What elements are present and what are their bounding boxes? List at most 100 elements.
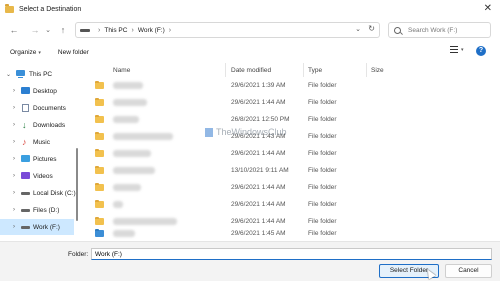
recent-locations-chevron-icon[interactable]: ⌄	[43, 22, 53, 38]
item-type: File folder	[308, 99, 337, 106]
list-item[interactable]: 29/6/2021 1:44 AM File folder	[91, 180, 446, 196]
new-folder-button[interactable]: New folder	[58, 49, 89, 56]
sidebar-item-label: Documents	[33, 104, 66, 112]
chevron-right-icon[interactable]: ›	[13, 224, 15, 230]
caret-down-icon: ▾	[38, 49, 41, 56]
blurred-folder-name	[113, 99, 147, 106]
organize-label: Organize	[10, 48, 37, 56]
folder-icon	[95, 199, 104, 208]
sidebar-item-files-d[interactable]: › Files (D:)	[0, 202, 83, 218]
column-header-size[interactable]: Size	[371, 63, 384, 77]
folder-icon	[95, 216, 104, 225]
drive-icon	[21, 209, 30, 212]
column-divider[interactable]	[225, 63, 226, 77]
column-header-type[interactable]: Type	[308, 63, 322, 77]
documents-icon	[22, 104, 29, 112]
breadcrumb-this-pc[interactable]: This PC	[104, 27, 127, 34]
chevron-right-icon[interactable]: ›	[13, 190, 15, 196]
item-type: File folder	[308, 184, 337, 191]
item-type: File folder	[308, 167, 337, 174]
list-item[interactable]: 29/6/2021 1:39 AM File folder	[91, 78, 446, 94]
sidebar-item-work-f[interactable]: › Work (F:)	[0, 219, 74, 235]
sidebar-item-music[interactable]: › ♪ Music	[0, 134, 83, 150]
blurred-folder-name	[113, 184, 141, 191]
chevron-right-icon[interactable]: ›	[13, 207, 15, 213]
folder-label: Folder:	[68, 251, 89, 258]
list-item[interactable]: 29/6/2021 1:44 AM File folder	[91, 146, 446, 162]
folder-icon	[95, 114, 104, 123]
view-options-button[interactable]: ▾	[450, 46, 464, 53]
folder-input[interactable]	[91, 248, 492, 260]
address-dropdown-icon[interactable]: ⌄	[355, 25, 361, 33]
list-item[interactable]: 29/6/2021 1:44 AM File folder	[91, 95, 446, 111]
sidebar-item-label: This PC	[29, 70, 53, 78]
folder-icon	[5, 4, 14, 13]
refresh-icon[interactable]: ↻	[368, 24, 375, 33]
up-arrow-icon[interactable]: ↑	[55, 22, 71, 38]
folder-icon	[95, 131, 104, 140]
navigation-scrollbar[interactable]	[76, 148, 78, 221]
address-bar[interactable]: › This PC › Work (F:) › ⌄ ↻	[75, 22, 380, 38]
dialog-footer: Folder: Select Folder Cancel	[0, 241, 500, 281]
organize-button[interactable]: Organize ▾	[10, 49, 41, 56]
drive-icon	[21, 192, 30, 195]
chevron-right-icon[interactable]: ›	[13, 173, 15, 179]
chevron-right-icon[interactable]: ›	[13, 105, 15, 111]
list-item[interactable]: 26/8/2021 12:50 PM File folder	[91, 112, 446, 128]
date-modified: 29/6/2021 1:44 AM	[231, 99, 286, 106]
chevron-right-icon[interactable]: ›	[13, 139, 15, 145]
sidebar-item-desktop[interactable]: › Desktop	[0, 83, 83, 99]
column-divider[interactable]	[366, 63, 367, 77]
sidebar-item-pictures[interactable]: › Pictures	[0, 151, 83, 167]
blurred-folder-name	[113, 218, 177, 225]
date-modified: 13/10/2021 9:11 AM	[231, 167, 289, 174]
breadcrumb-separator-icon[interactable]: ›	[131, 27, 133, 34]
date-modified: 29/6/2021 1:39 AM	[231, 82, 286, 89]
column-header-name[interactable]: Name	[113, 63, 130, 77]
item-type: File folder	[308, 201, 337, 208]
item-type: File folder	[308, 82, 337, 89]
list-view-icon	[450, 46, 458, 53]
chevron-right-icon[interactable]: ›	[13, 122, 15, 128]
cancel-button[interactable]: Cancel	[445, 264, 492, 278]
item-type: File folder	[308, 230, 337, 237]
sidebar-item-documents[interactable]: › Documents	[0, 100, 83, 116]
blurred-folder-name	[113, 167, 155, 174]
search-box[interactable]: Search Work (F:)	[388, 22, 491, 38]
breadcrumb-work-f[interactable]: Work (F:)	[138, 27, 165, 34]
list-item[interactable]: 29/6/2021 1:44 AM File folder	[91, 197, 446, 213]
sidebar-item-label: Local Disk (C:)	[33, 189, 76, 197]
list-item[interactable]: 29/6/2021 1:45 AM File folder	[91, 226, 446, 242]
blurred-folder-name	[113, 133, 173, 140]
sidebar-item-label: Pictures	[33, 155, 57, 163]
sidebar-item-label: Videos	[33, 172, 53, 180]
list-item[interactable]: 13/10/2021 9:11 AM File folder	[91, 163, 446, 179]
search-icon	[394, 26, 401, 34]
navigation-pane: ⌄ This PC › Desktop › Documents › ↓ Down…	[0, 63, 83, 241]
forward-arrow-icon[interactable]: →	[27, 22, 43, 38]
downloads-icon: ↓	[22, 120, 27, 130]
chevron-right-icon[interactable]: ›	[13, 88, 15, 94]
column-divider[interactable]	[303, 63, 304, 77]
computer-stand-icon	[18, 77, 23, 78]
blurred-folder-name	[113, 201, 123, 208]
chevron-right-icon[interactable]: ›	[13, 156, 15, 162]
navigation-bar: ← → ⌄ ↑ › This PC › Work (F:) › ⌄ ↻ Sear…	[0, 18, 500, 42]
help-icon[interactable]: ?	[476, 46, 486, 56]
breadcrumb-separator-icon[interactable]: ›	[169, 27, 171, 34]
sidebar-item-downloads[interactable]: › ↓ Downloads	[0, 117, 83, 133]
back-arrow-icon[interactable]: ←	[6, 22, 22, 38]
sidebar-item-local-disk-c[interactable]: › Local Disk (C:)	[0, 185, 83, 201]
blurred-folder-name	[113, 82, 143, 89]
sidebar-item-this-pc[interactable]: ⌄ This PC	[0, 66, 83, 82]
sidebar-item-label: Music	[33, 138, 50, 146]
chevron-down-icon[interactable]: ⌄	[6, 71, 11, 78]
sidebar-item-videos[interactable]: › Videos	[0, 168, 83, 184]
caret-down-icon: ▾	[461, 46, 464, 53]
close-icon[interactable]: ✕	[484, 3, 492, 14]
item-type: File folder	[308, 116, 337, 123]
item-type: File folder	[308, 218, 337, 225]
computer-icon	[16, 70, 25, 76]
date-modified: 29/6/2021 1:44 AM	[231, 184, 286, 191]
column-header-date-modified[interactable]: Date modified	[231, 63, 271, 77]
